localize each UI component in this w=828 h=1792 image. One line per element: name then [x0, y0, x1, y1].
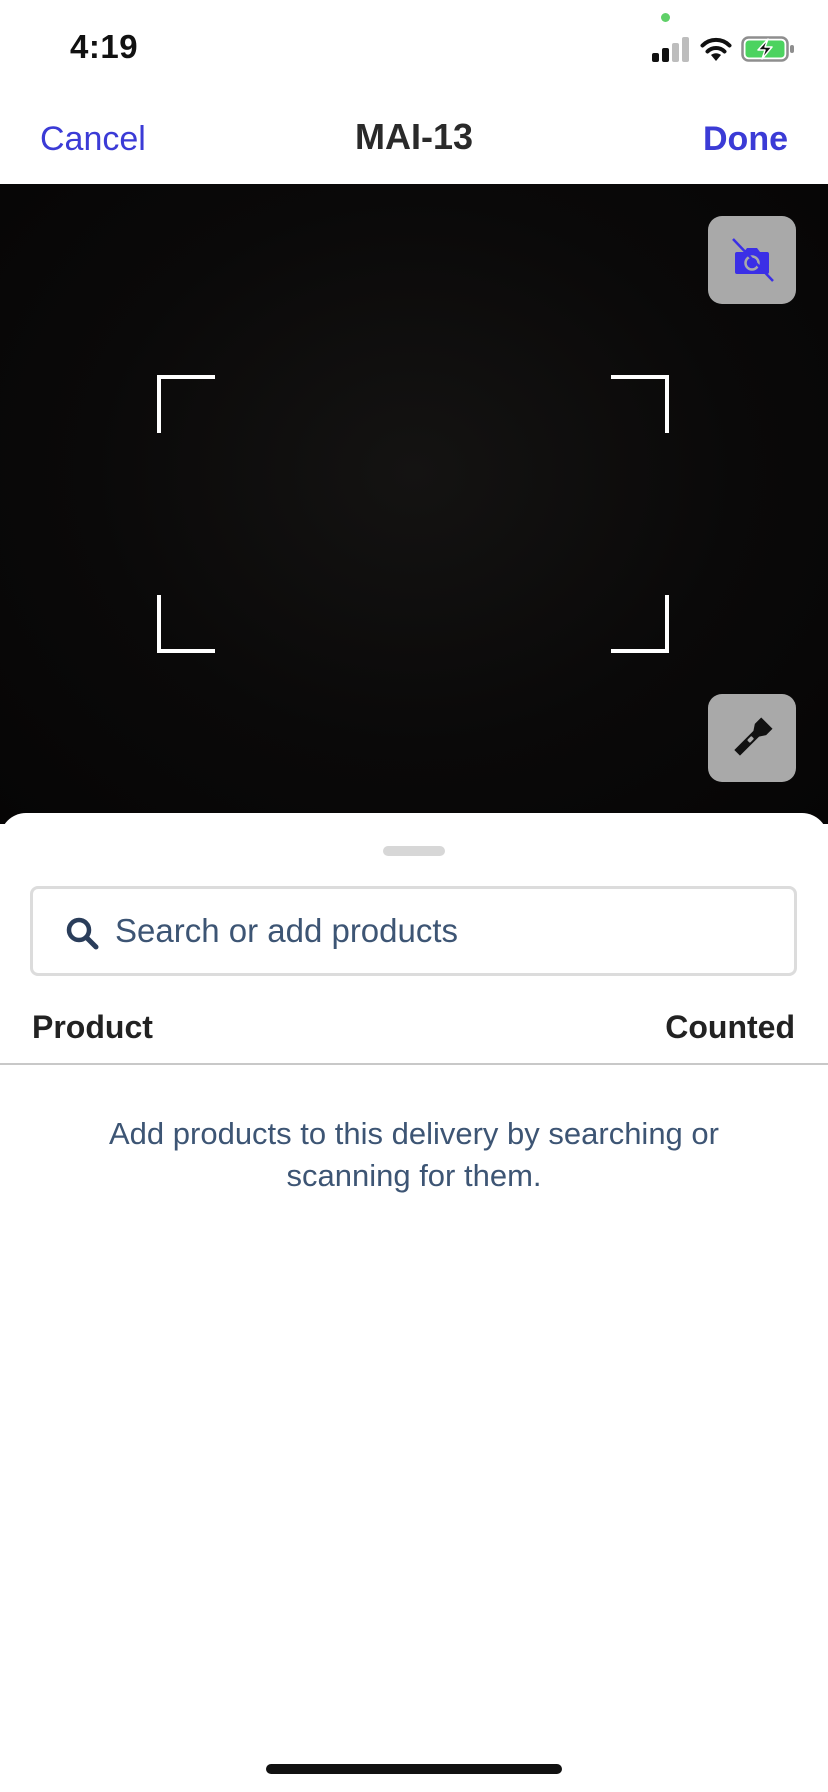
status-bar: 4:19 — [0, 0, 828, 96]
page-title: MAI-13 — [354, 116, 474, 157]
cellular-signal-icon — [652, 36, 690, 62]
cancel-button[interactable]: Cancel — [40, 120, 146, 159]
column-header-product: Product — [32, 1009, 153, 1045]
flashlight-button[interactable] — [708, 694, 796, 782]
camera-toggle-button[interactable] — [708, 216, 796, 304]
sheet-grabber-handle[interactable] — [383, 846, 445, 856]
battery-charging-icon — [741, 36, 795, 62]
scan-frame-corner-bottom-left — [157, 595, 215, 653]
privacy-indicator-dot — [661, 13, 670, 22]
flashlight-icon — [734, 717, 773, 756]
scan-frame-corner-top-left — [157, 375, 215, 433]
scan-frame-corner-bottom-right — [611, 595, 669, 653]
home-indicator[interactable] — [266, 1764, 562, 1774]
status-time: 4:19 — [70, 28, 139, 65]
table-header: Product Counted — [0, 1009, 828, 1065]
navigation-bar: Cancel MAI-13 Done — [0, 96, 828, 184]
camera-off-icon — [732, 238, 774, 282]
search-box[interactable] — [30, 886, 797, 976]
search-icon — [66, 917, 99, 950]
column-header-counted: Counted — [665, 1009, 795, 1045]
scan-frame-corner-top-right — [611, 375, 669, 433]
done-button[interactable]: Done — [703, 120, 788, 159]
empty-state-message: Add products to this delivery by searchi… — [109, 1116, 719, 1193]
camera-scanner-view[interactable] — [0, 184, 828, 824]
bottom-sheet: Product Counted Add products to this del… — [0, 813, 828, 1792]
wifi-icon — [699, 34, 733, 62]
search-input[interactable] — [115, 901, 775, 961]
